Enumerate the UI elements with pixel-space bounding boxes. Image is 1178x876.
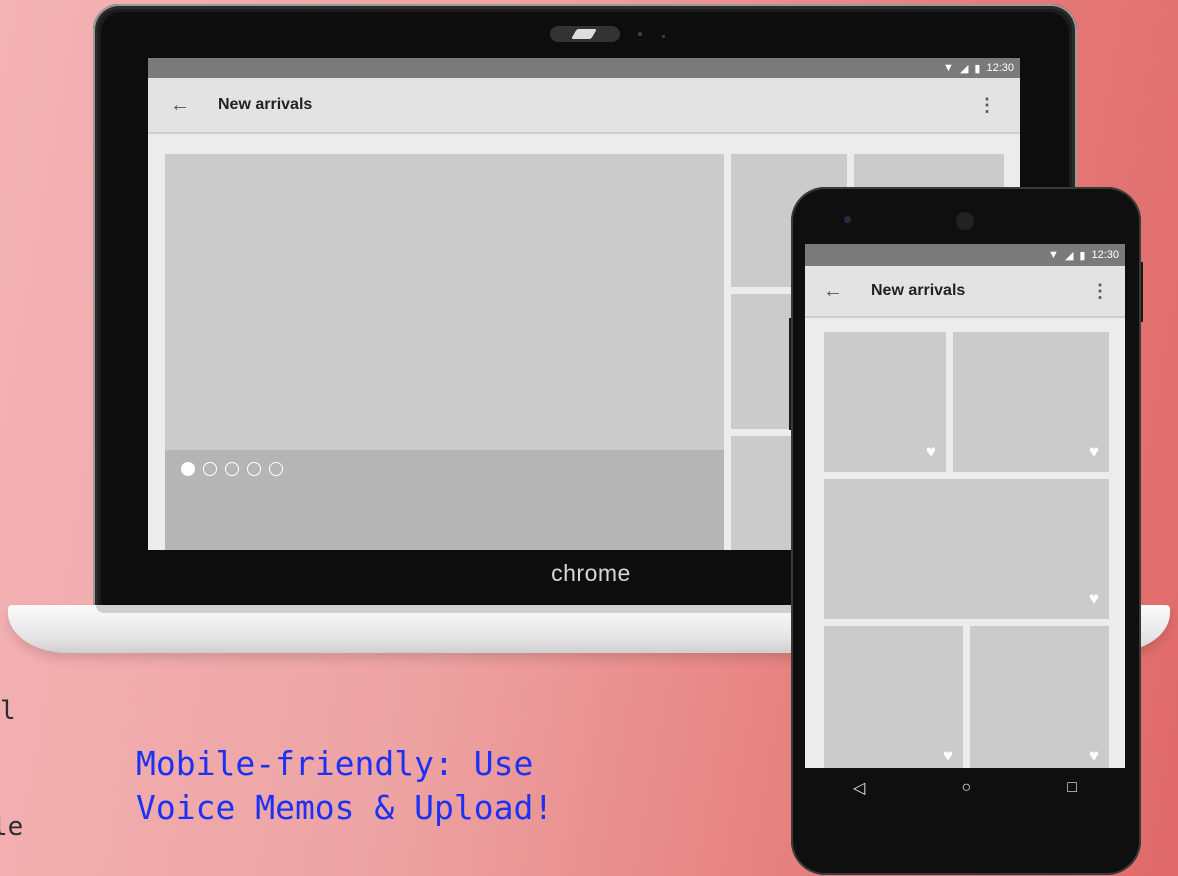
webcam-sensor-dot bbox=[662, 35, 665, 38]
favorite-heart-icon[interactable]: ♥ bbox=[1089, 747, 1099, 764]
favorite-heart-icon[interactable]: ♥ bbox=[1089, 590, 1099, 607]
battery-icon: ▮ bbox=[974, 62, 981, 75]
favorite-heart-icon[interactable]: ♥ bbox=[1089, 443, 1099, 460]
phone-earpiece bbox=[956, 212, 974, 230]
product-tile[interactable]: ♥ bbox=[824, 332, 946, 472]
battery-icon: ▮ bbox=[1079, 249, 1086, 262]
carousel-dot[interactable] bbox=[247, 462, 261, 476]
phone-nav-bar: ◁ ○ □ bbox=[805, 768, 1125, 808]
favorite-heart-icon[interactable]: ♥ bbox=[926, 443, 936, 460]
clipped-text-fragment: l bbox=[0, 696, 16, 726]
carousel-image[interactable] bbox=[165, 154, 724, 450]
status-time: 12:30 bbox=[986, 62, 1014, 74]
webcam bbox=[550, 26, 620, 42]
signal-icon: ◢ bbox=[1064, 249, 1074, 262]
phone-front-camera bbox=[844, 216, 851, 223]
wifi-icon: ▼ bbox=[1048, 249, 1059, 261]
more-vert-icon[interactable]: ⋮ bbox=[1091, 281, 1109, 302]
product-tile[interactable]: ♥ bbox=[953, 332, 1109, 472]
product-tile[interactable]: ♥ bbox=[970, 626, 1109, 768]
carousel-dot[interactable] bbox=[269, 462, 283, 476]
page-title: New arrivals bbox=[871, 282, 966, 299]
status-time: 12:30 bbox=[1091, 249, 1119, 261]
phone-screen: ▼ ◢ ▮ 12:30 ← New arrivals ⋮ ♥ ♥ ♥ ♥ ♥ bbox=[805, 244, 1125, 768]
product-tile[interactable]: ♥ bbox=[824, 479, 1109, 619]
promo-line-1: Mobile-friendly: Use bbox=[136, 744, 534, 783]
page-title: New arrivals bbox=[218, 96, 313, 113]
laptop-status-bar: ▼ ◢ ▮ 12:30 bbox=[148, 58, 1020, 78]
home-circle-icon[interactable]: ○ bbox=[961, 779, 971, 797]
carousel-dot[interactable] bbox=[203, 462, 217, 476]
phone-toolbar: ← New arrivals ⋮ bbox=[805, 266, 1125, 318]
product-tile[interactable]: ♥ bbox=[824, 626, 963, 768]
back-triangle-icon[interactable]: ◁ bbox=[853, 778, 865, 798]
carousel-dot[interactable] bbox=[225, 462, 239, 476]
carousel-dot-active[interactable] bbox=[181, 462, 195, 476]
arrow-left-icon[interactable]: ← bbox=[823, 280, 843, 303]
arrow-left-icon[interactable]: ← bbox=[170, 94, 190, 117]
promo-text: Mobile-friendly: Use Voice Memos & Uploa… bbox=[136, 742, 553, 830]
webcam-sensor-dot bbox=[638, 32, 642, 36]
carousel-caption-area bbox=[165, 450, 724, 550]
favorite-heart-icon[interactable]: ♥ bbox=[943, 747, 953, 764]
carousel-dots bbox=[181, 462, 283, 476]
promo-line-2: Voice Memos & Upload! bbox=[136, 788, 554, 827]
clipped-text-fragment: le bbox=[0, 812, 24, 842]
signal-icon: ◢ bbox=[959, 62, 969, 75]
laptop-toolbar: ← New arrivals ⋮ bbox=[148, 78, 1020, 134]
more-vert-icon[interactable]: ⋮ bbox=[978, 95, 996, 116]
laptop-brand-logo: chrome bbox=[551, 560, 631, 586]
wifi-icon: ▼ bbox=[943, 62, 954, 74]
phone-status-bar: ▼ ◢ ▮ 12:30 bbox=[805, 244, 1125, 266]
recents-square-icon[interactable]: □ bbox=[1067, 779, 1077, 797]
